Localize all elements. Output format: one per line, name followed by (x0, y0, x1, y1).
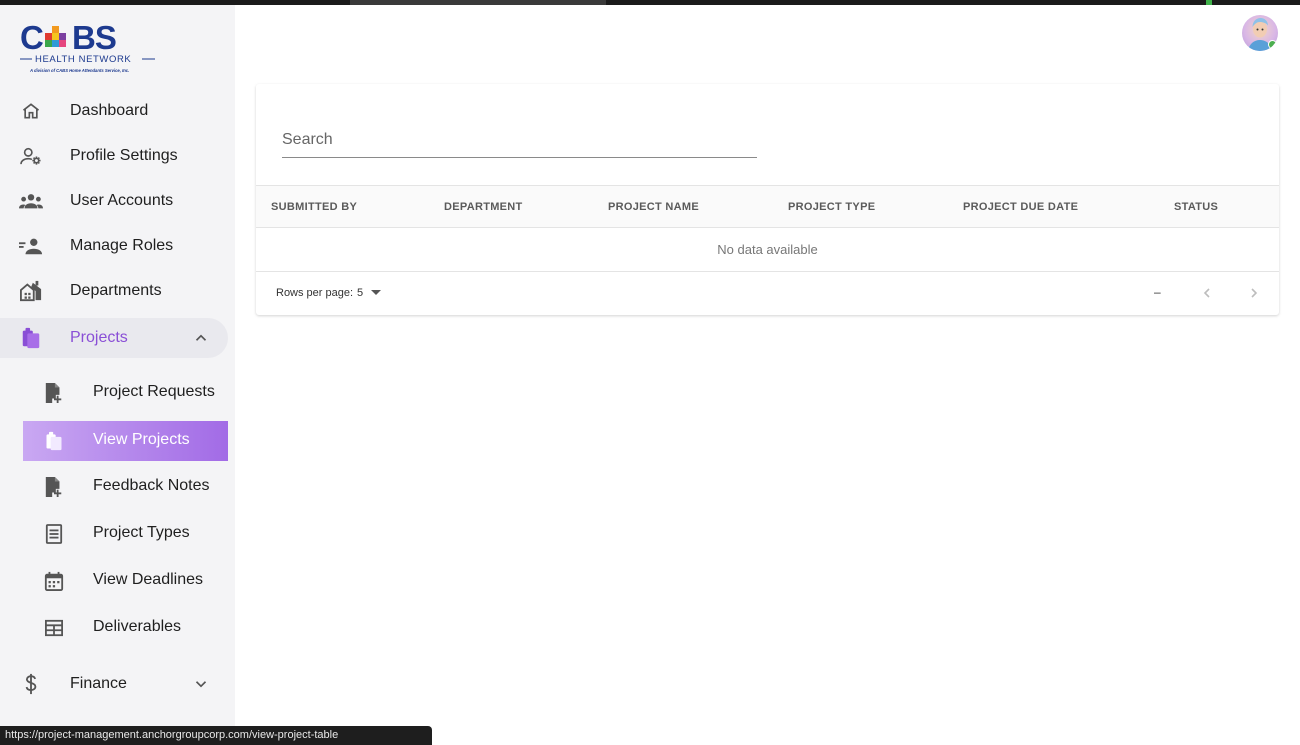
sidebar-item-label: Profile Settings (70, 147, 178, 164)
chevron-right-icon (1251, 288, 1258, 298)
sidebar-item-projects[interactable]: Projects (0, 318, 228, 358)
sidebar-item-label: User Accounts (70, 192, 174, 209)
column-header-project-name[interactable]: PROJECT NAME (608, 201, 699, 213)
projects-table-card: SUBMITTED BY DEPARTMENT PROJECT NAME PRO… (256, 84, 1279, 315)
search-input[interactable] (282, 124, 757, 156)
sidebar-subitem-project-requests[interactable]: Project Requests (23, 373, 228, 413)
user-roles-icon (19, 234, 43, 258)
sidebar-subitem-feedback-notes[interactable]: Feedback Notes (23, 467, 228, 507)
previous-page-button[interactable] (1196, 282, 1218, 304)
rows-per-page-label: Rows per page: (276, 287, 354, 299)
sidebar-subitem-label: Project Types (93, 524, 190, 541)
sidebar-item-label: Dashboard (70, 102, 149, 119)
sidebar-subitem-label: Feedback Notes (93, 477, 210, 494)
departments-icon (19, 279, 43, 303)
sidebar-subitem-view-projects[interactable]: View Projects (23, 421, 228, 461)
column-header-department[interactable]: DEPARTMENT (444, 201, 523, 213)
sidebar-item-dashboard[interactable]: Dashboard (0, 91, 228, 131)
cabs-logo[interactable]: C BS HEALTH NETWORK A division of CABS H… (18, 19, 163, 80)
logo-tagline: A division of CABS Home Attendants Servi… (29, 68, 129, 73)
sidebar-subitem-label: View Deadlines (93, 571, 203, 588)
sidebar-subitem-view-deadlines[interactable]: View Deadlines (23, 561, 228, 601)
sidebar-item-label: Manage Roles (70, 237, 174, 254)
sidebar-subitem-label: View Projects (93, 431, 190, 448)
chevron-up-icon (192, 329, 210, 347)
next-page-button[interactable] (1243, 282, 1265, 304)
sidebar-item-profile-settings[interactable]: Profile Settings (0, 136, 228, 176)
status-bar-url: https://project-management.anchorgroupco… (0, 726, 432, 745)
rows-per-page-value: 5 (357, 287, 364, 299)
column-header-project-due-date[interactable]: PROJECT DUE DATE (963, 201, 1078, 213)
file-add-icon (43, 382, 65, 404)
column-header-status[interactable]: STATUS (1174, 201, 1218, 213)
sidebar-item-finance[interactable]: Finance (0, 664, 228, 704)
user-settings-icon (19, 144, 43, 168)
online-status-dot (1268, 40, 1277, 49)
sidebar-subitem-label: Project Requests (93, 383, 215, 400)
search-field[interactable] (282, 124, 757, 158)
file-add-icon (43, 476, 65, 498)
svg-text:C: C (20, 20, 43, 56)
rows-per-page-select[interactable]: 5 (357, 284, 387, 304)
column-header-project-type[interactable]: PROJECT TYPE (788, 201, 875, 213)
dollar-icon (19, 672, 43, 696)
list-icon (43, 523, 65, 545)
empty-table-message: No data available (256, 228, 1279, 272)
sidebar-item-label: Finance (70, 675, 127, 692)
page-range-text: – (1154, 285, 1161, 299)
browser-top-strip (0, 0, 1300, 5)
table-icon (43, 617, 65, 639)
sidebar-subitem-project-types[interactable]: Project Types (23, 514, 228, 554)
users-group-icon (19, 189, 43, 213)
projects-icon (19, 326, 43, 350)
sidebar-subitem-label: Deliverables (93, 618, 182, 635)
svg-text:BS: BS (72, 20, 116, 56)
avatar[interactable] (1242, 15, 1278, 51)
sidebar-item-label: Projects (70, 329, 128, 346)
caret-down-icon (371, 290, 381, 295)
chevron-left-icon (1203, 288, 1210, 298)
table-header: SUBMITTED BY DEPARTMENT PROJECT NAME PRO… (256, 185, 1279, 228)
sidebar-item-label: Departments (70, 282, 162, 299)
logo-subtitle: HEALTH NETWORK (35, 54, 131, 65)
home-icon (19, 99, 43, 123)
sidebar-subitem-deliverables[interactable]: Deliverables (23, 608, 228, 648)
chevron-down-icon (192, 675, 210, 693)
sidebar-item-departments[interactable]: Departments (0, 271, 228, 311)
sidebar: C BS HEALTH NETWORK A division of CABS H… (0, 5, 235, 745)
projects-icon (43, 430, 65, 452)
calendar-icon (43, 570, 65, 592)
column-header-submitted-by[interactable]: SUBMITTED BY (271, 201, 357, 213)
sidebar-item-manage-roles[interactable]: Manage Roles (0, 226, 228, 266)
sidebar-item-user-accounts[interactable]: User Accounts (0, 181, 228, 221)
table-footer: Rows per page: 5 – (256, 272, 1279, 315)
